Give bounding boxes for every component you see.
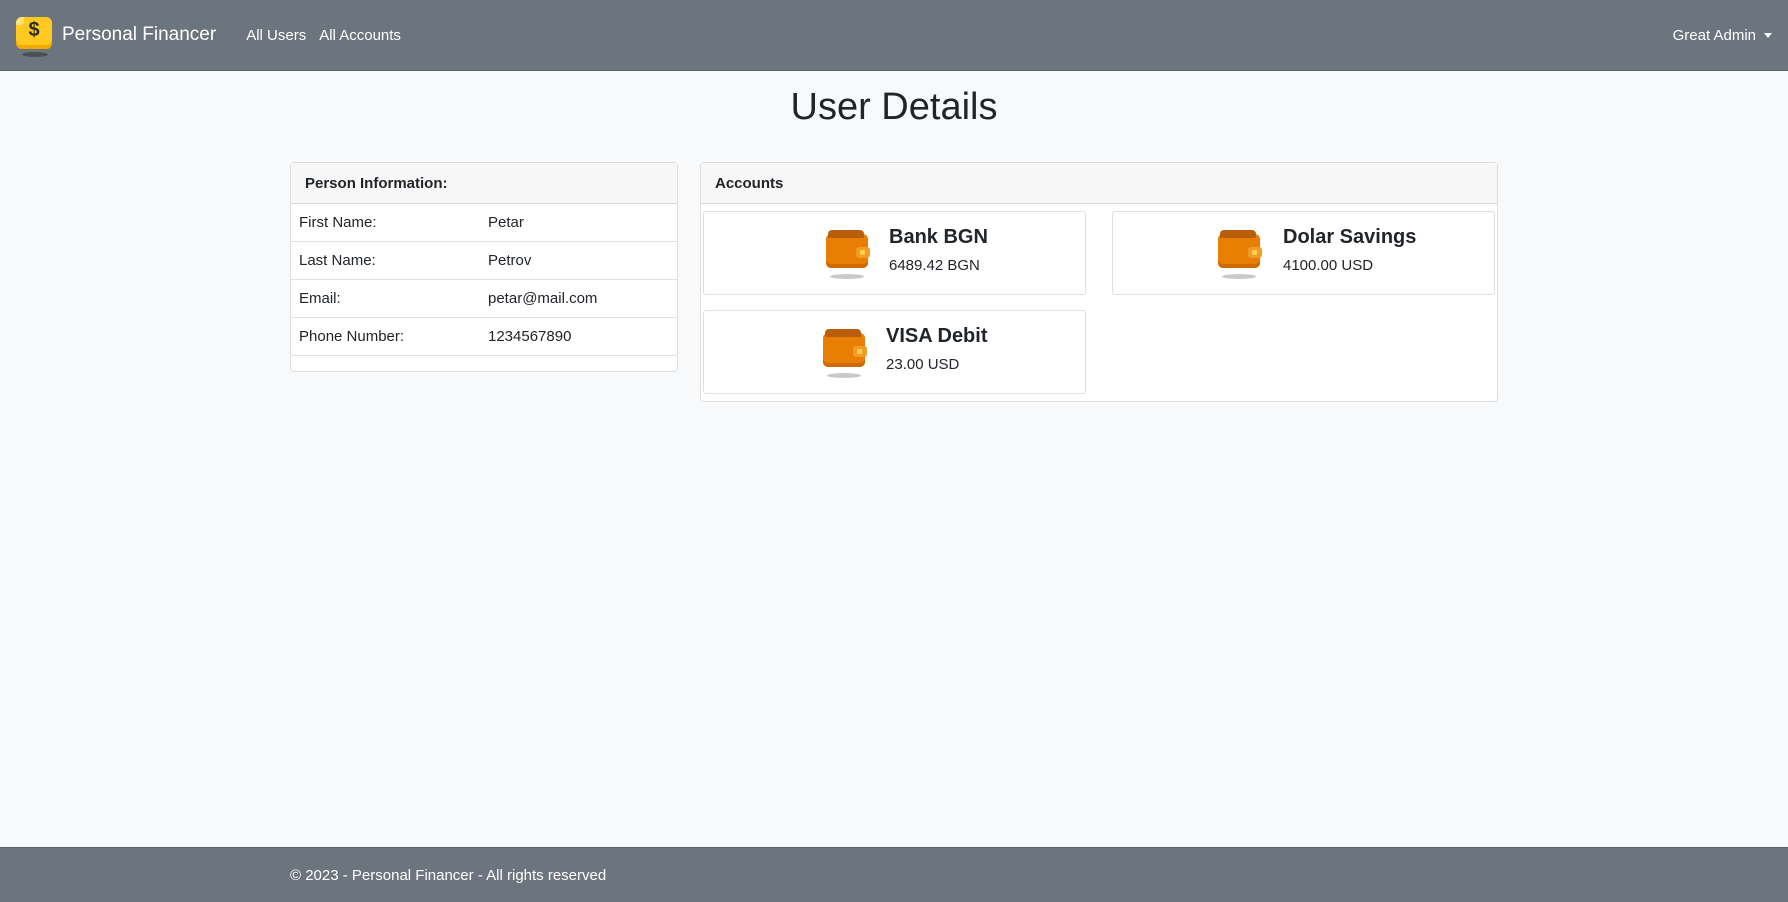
top-navbar: $ Personal Financer All Users All Accoun… [0,0,1788,71]
wallet-icon [1218,230,1262,280]
info-row-first-name: First Name: Petar [291,204,677,242]
nav-link-all-accounts[interactable]: All Accounts [319,27,401,44]
info-label: Last Name: [299,252,376,269]
account-name: VISA Debit [886,325,988,347]
caret-down-icon [1764,32,1772,38]
account-tile-visa-debit[interactable]: VISA Debit 23.00 USD [703,310,1086,394]
info-label: Email: [299,290,341,307]
page-title: User Details [790,86,998,128]
wallet-icon [826,230,870,280]
dollar-coin-box-icon: $ [16,13,54,57]
account-name: Bank BGN [889,226,988,248]
info-value: petar@mail.com [488,290,598,307]
account-name: Dolar Savings [1283,226,1417,248]
info-row-email: Email: petar@mail.com [291,280,677,318]
info-value: 1234567890 [488,328,572,345]
account-tile-bank-bgn[interactable]: Bank BGN 6489.42 BGN [703,211,1086,295]
account-balance: 4100.00 USD [1283,257,1374,274]
info-value: Petar [488,214,524,231]
nav-link-all-users[interactable]: All Users [246,27,306,44]
info-label: Phone Number: [299,328,405,345]
nav-links: All Users All Accounts [246,27,414,44]
brand-name: Personal Financer [62,24,217,45]
person-information-header: Person Information: [291,163,677,204]
info-value: Petrov [488,252,532,269]
footer-copyright: © 2023 - Personal Financer - All rights … [290,866,607,884]
info-row-last-name: Last Name: Petrov [291,242,677,280]
info-row-phone-number: Phone Number: 1234567890 [291,318,677,356]
brand-link[interactable]: $ Personal Financer [16,13,216,57]
accounts-card: Accounts Bank BGN 6489.42 BGN Dolar Savi… [700,162,1498,402]
person-information-card: Person Information: First Name: Petar La… [290,162,678,372]
account-balance: 6489.42 BGN [889,257,980,274]
wallet-icon [823,329,867,379]
info-label: First Name: [299,214,377,231]
accounts-header: Accounts [701,163,1497,204]
account-balance: 23.00 USD [886,356,960,373]
user-menu-label: Great Admin [1672,26,1756,44]
user-menu-dropdown[interactable]: Great Admin [1673,27,1772,44]
page-footer: © 2023 - Personal Financer - All rights … [0,847,1788,902]
account-tile-dolar-savings[interactable]: Dolar Savings 4100.00 USD [1112,211,1495,295]
